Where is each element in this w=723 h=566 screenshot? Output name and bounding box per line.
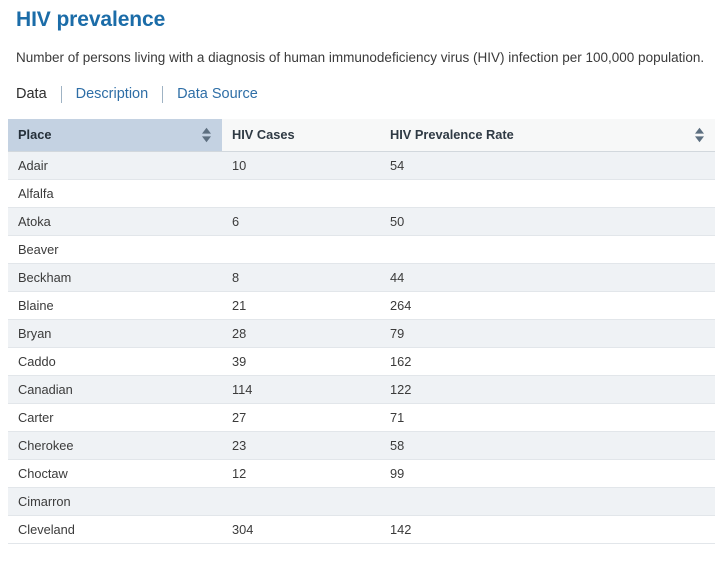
cell-hiv-prevalence-rate: 54 xyxy=(380,151,715,180)
table-row: Adair 10 54 xyxy=(8,151,715,180)
sort-updown-icon[interactable] xyxy=(201,127,212,143)
tab-separator xyxy=(60,85,62,103)
cell-place: Beckham xyxy=(8,263,222,292)
cell-place: Alfalfa xyxy=(8,179,222,208)
cell-place: Bryan xyxy=(8,319,222,348)
table-row: Beckham 8 44 xyxy=(8,263,715,292)
cell-hiv-cases: 304 xyxy=(222,515,380,544)
cell-hiv-prevalence-rate: 162 xyxy=(380,347,715,376)
table-row: Carter 27 71 xyxy=(8,403,715,432)
column-header-inner: HIV Cases xyxy=(232,127,380,142)
cell-hiv-prevalence-rate: 50 xyxy=(380,207,715,236)
cell-hiv-prevalence-rate: 99 xyxy=(380,459,715,488)
cell-place: Cleveland xyxy=(8,515,222,544)
cell-hiv-prevalence-rate: 71 xyxy=(380,403,715,432)
table-row: Caddo 39 162 xyxy=(8,347,715,376)
cell-place: Carter xyxy=(8,403,222,432)
page-description: Number of persons living with a diagnosi… xyxy=(16,50,705,65)
page-title: HIV prevalence xyxy=(16,8,166,31)
hiv-prevalence-table: Place HIV Cases HIV Prevalence Rate Adair 1… xyxy=(8,119,715,544)
table-header-row: Place HIV Cases HIV Prevalence Rate xyxy=(8,119,715,152)
cell-hiv-prevalence-rate: 142 xyxy=(380,515,715,544)
cell-hiv-cases: 114 xyxy=(222,375,380,404)
sort-updown-icon[interactable] xyxy=(694,127,705,143)
table-row: Alfalfa xyxy=(8,179,715,208)
table-row: Beaver xyxy=(8,235,715,264)
cell-place: Atoka xyxy=(8,207,222,236)
table-body: Adair 10 54 Alfalfa Atoka 6 50 Beaver Beckham 8 44… xyxy=(8,151,715,544)
cell-hiv-cases xyxy=(222,235,380,264)
column-header-place[interactable]: Place xyxy=(8,119,222,152)
cell-hiv-prevalence-rate: 79 xyxy=(380,319,715,348)
data-table-container: Place HIV Cases HIV Prevalence Rate Adair 1… xyxy=(8,119,715,544)
cell-hiv-cases xyxy=(222,487,380,516)
cell-place: Cimarron xyxy=(8,487,222,516)
cell-place: Cherokee xyxy=(8,431,222,460)
tab-data-source[interactable]: Data Source xyxy=(177,84,258,104)
table-row: Cimarron xyxy=(8,487,715,516)
cell-place: Choctaw xyxy=(8,459,222,488)
table-row: Bryan 28 79 xyxy=(8,319,715,348)
cell-hiv-cases: 21 xyxy=(222,291,380,320)
cell-hiv-cases xyxy=(222,179,380,208)
table-row: Cherokee 23 58 xyxy=(8,431,715,460)
table-row: Canadian 114 122 xyxy=(8,375,715,404)
cell-hiv-cases: 12 xyxy=(222,459,380,488)
cell-hiv-prevalence-rate: 122 xyxy=(380,375,715,404)
column-header-hiv-cases[interactable]: HIV Cases xyxy=(222,119,380,152)
cell-place: Canadian xyxy=(8,375,222,404)
tab-data[interactable]: Data xyxy=(16,84,47,104)
cell-hiv-cases: 8 xyxy=(222,263,380,292)
table-row: Cleveland 304 142 xyxy=(8,515,715,544)
column-header-label: HIV Prevalence Rate xyxy=(390,127,514,143)
table-row: Atoka 6 50 xyxy=(8,207,715,236)
column-header-label: HIV Cases xyxy=(232,127,295,143)
table-header: Place HIV Cases HIV Prevalence Rate xyxy=(8,119,715,152)
tab-bar: Data Description Data Source xyxy=(8,71,715,107)
cell-hiv-cases: 10 xyxy=(222,151,380,180)
cell-hiv-prevalence-rate: 264 xyxy=(380,291,715,320)
cell-place: Adair xyxy=(8,151,222,180)
cell-place: Caddo xyxy=(8,347,222,376)
cell-hiv-cases: 28 xyxy=(222,319,380,348)
column-header-inner: HIV Prevalence Rate xyxy=(390,127,715,143)
hiv-prevalence-page: HIV prevalence Number of persons living … xyxy=(0,0,723,566)
table-row: Blaine 21 264 xyxy=(8,291,715,320)
cell-hiv-prevalence-rate xyxy=(380,235,715,264)
cell-hiv-cases: 39 xyxy=(222,347,380,376)
cell-hiv-prevalence-rate xyxy=(380,487,715,516)
cell-place: Blaine xyxy=(8,291,222,320)
table-row: Choctaw 12 99 xyxy=(8,459,715,488)
cell-hiv-prevalence-rate xyxy=(380,179,715,208)
cell-hiv-cases: 6 xyxy=(222,207,380,236)
tab-description[interactable]: Description xyxy=(76,84,149,104)
cell-hiv-prevalence-rate: 58 xyxy=(380,431,715,460)
column-header-inner: Place xyxy=(18,127,222,143)
cell-hiv-prevalence-rate: 44 xyxy=(380,263,715,292)
cell-place: Beaver xyxy=(8,235,222,264)
cell-hiv-cases: 27 xyxy=(222,403,380,432)
column-header-hiv-prevalence-rate[interactable]: HIV Prevalence Rate xyxy=(380,119,715,152)
cell-hiv-cases: 23 xyxy=(222,431,380,460)
column-header-label: Place xyxy=(18,127,52,143)
tab-separator xyxy=(162,85,164,103)
